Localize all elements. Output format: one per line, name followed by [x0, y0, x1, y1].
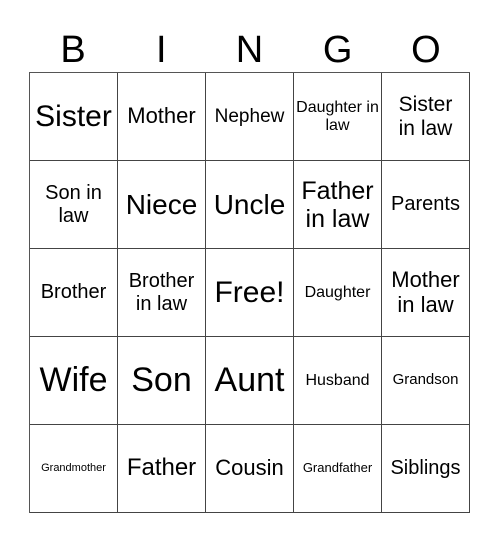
header-letter-g: G: [322, 29, 353, 71]
bingo-cell[interactable]: Sister: [30, 73, 118, 161]
bingo-cell[interactable]: Daughter in law: [294, 73, 382, 161]
bingo-cell[interactable]: Aunt: [206, 337, 294, 425]
free-space[interactable]: Free!: [206, 249, 294, 337]
bingo-cell[interactable]: Cousin: [206, 425, 294, 513]
bingo-cell[interactable]: Father in law: [294, 161, 382, 249]
bingo-cell[interactable]: Mother in law: [382, 249, 470, 337]
bingo-cell[interactable]: Father: [118, 425, 206, 513]
header-letter-b: B: [60, 29, 86, 71]
bingo-header: B I N G O: [29, 28, 470, 72]
bingo-cell[interactable]: Grandson: [382, 337, 470, 425]
bingo-cell[interactable]: Grandfather: [294, 425, 382, 513]
bingo-cell[interactable]: Brother: [30, 249, 118, 337]
bingo-cell[interactable]: Son: [118, 337, 206, 425]
bingo-cell[interactable]: Daughter: [294, 249, 382, 337]
bingo-cell[interactable]: Parents: [382, 161, 470, 249]
bingo-cell[interactable]: Sister in law: [382, 73, 470, 161]
bingo-cell[interactable]: Uncle: [206, 161, 294, 249]
bingo-cell[interactable]: Mother: [118, 73, 206, 161]
header-letter-i: I: [156, 29, 167, 71]
bingo-cell[interactable]: Siblings: [382, 425, 470, 513]
bingo-card: Sister Mother Nephew Daughter in law Sis…: [29, 72, 470, 513]
bingo-cell[interactable]: Wife: [30, 337, 118, 425]
bingo-cell[interactable]: Grandmother: [30, 425, 118, 513]
bingo-cell[interactable]: Niece: [118, 161, 206, 249]
bingo-cell[interactable]: Brother in law: [118, 249, 206, 337]
bingo-cell[interactable]: Husband: [294, 337, 382, 425]
bingo-cell[interactable]: Nephew: [206, 73, 294, 161]
bingo-cell[interactable]: Son in law: [30, 161, 118, 249]
header-letter-n: N: [235, 29, 264, 71]
header-letter-o: O: [411, 29, 441, 71]
